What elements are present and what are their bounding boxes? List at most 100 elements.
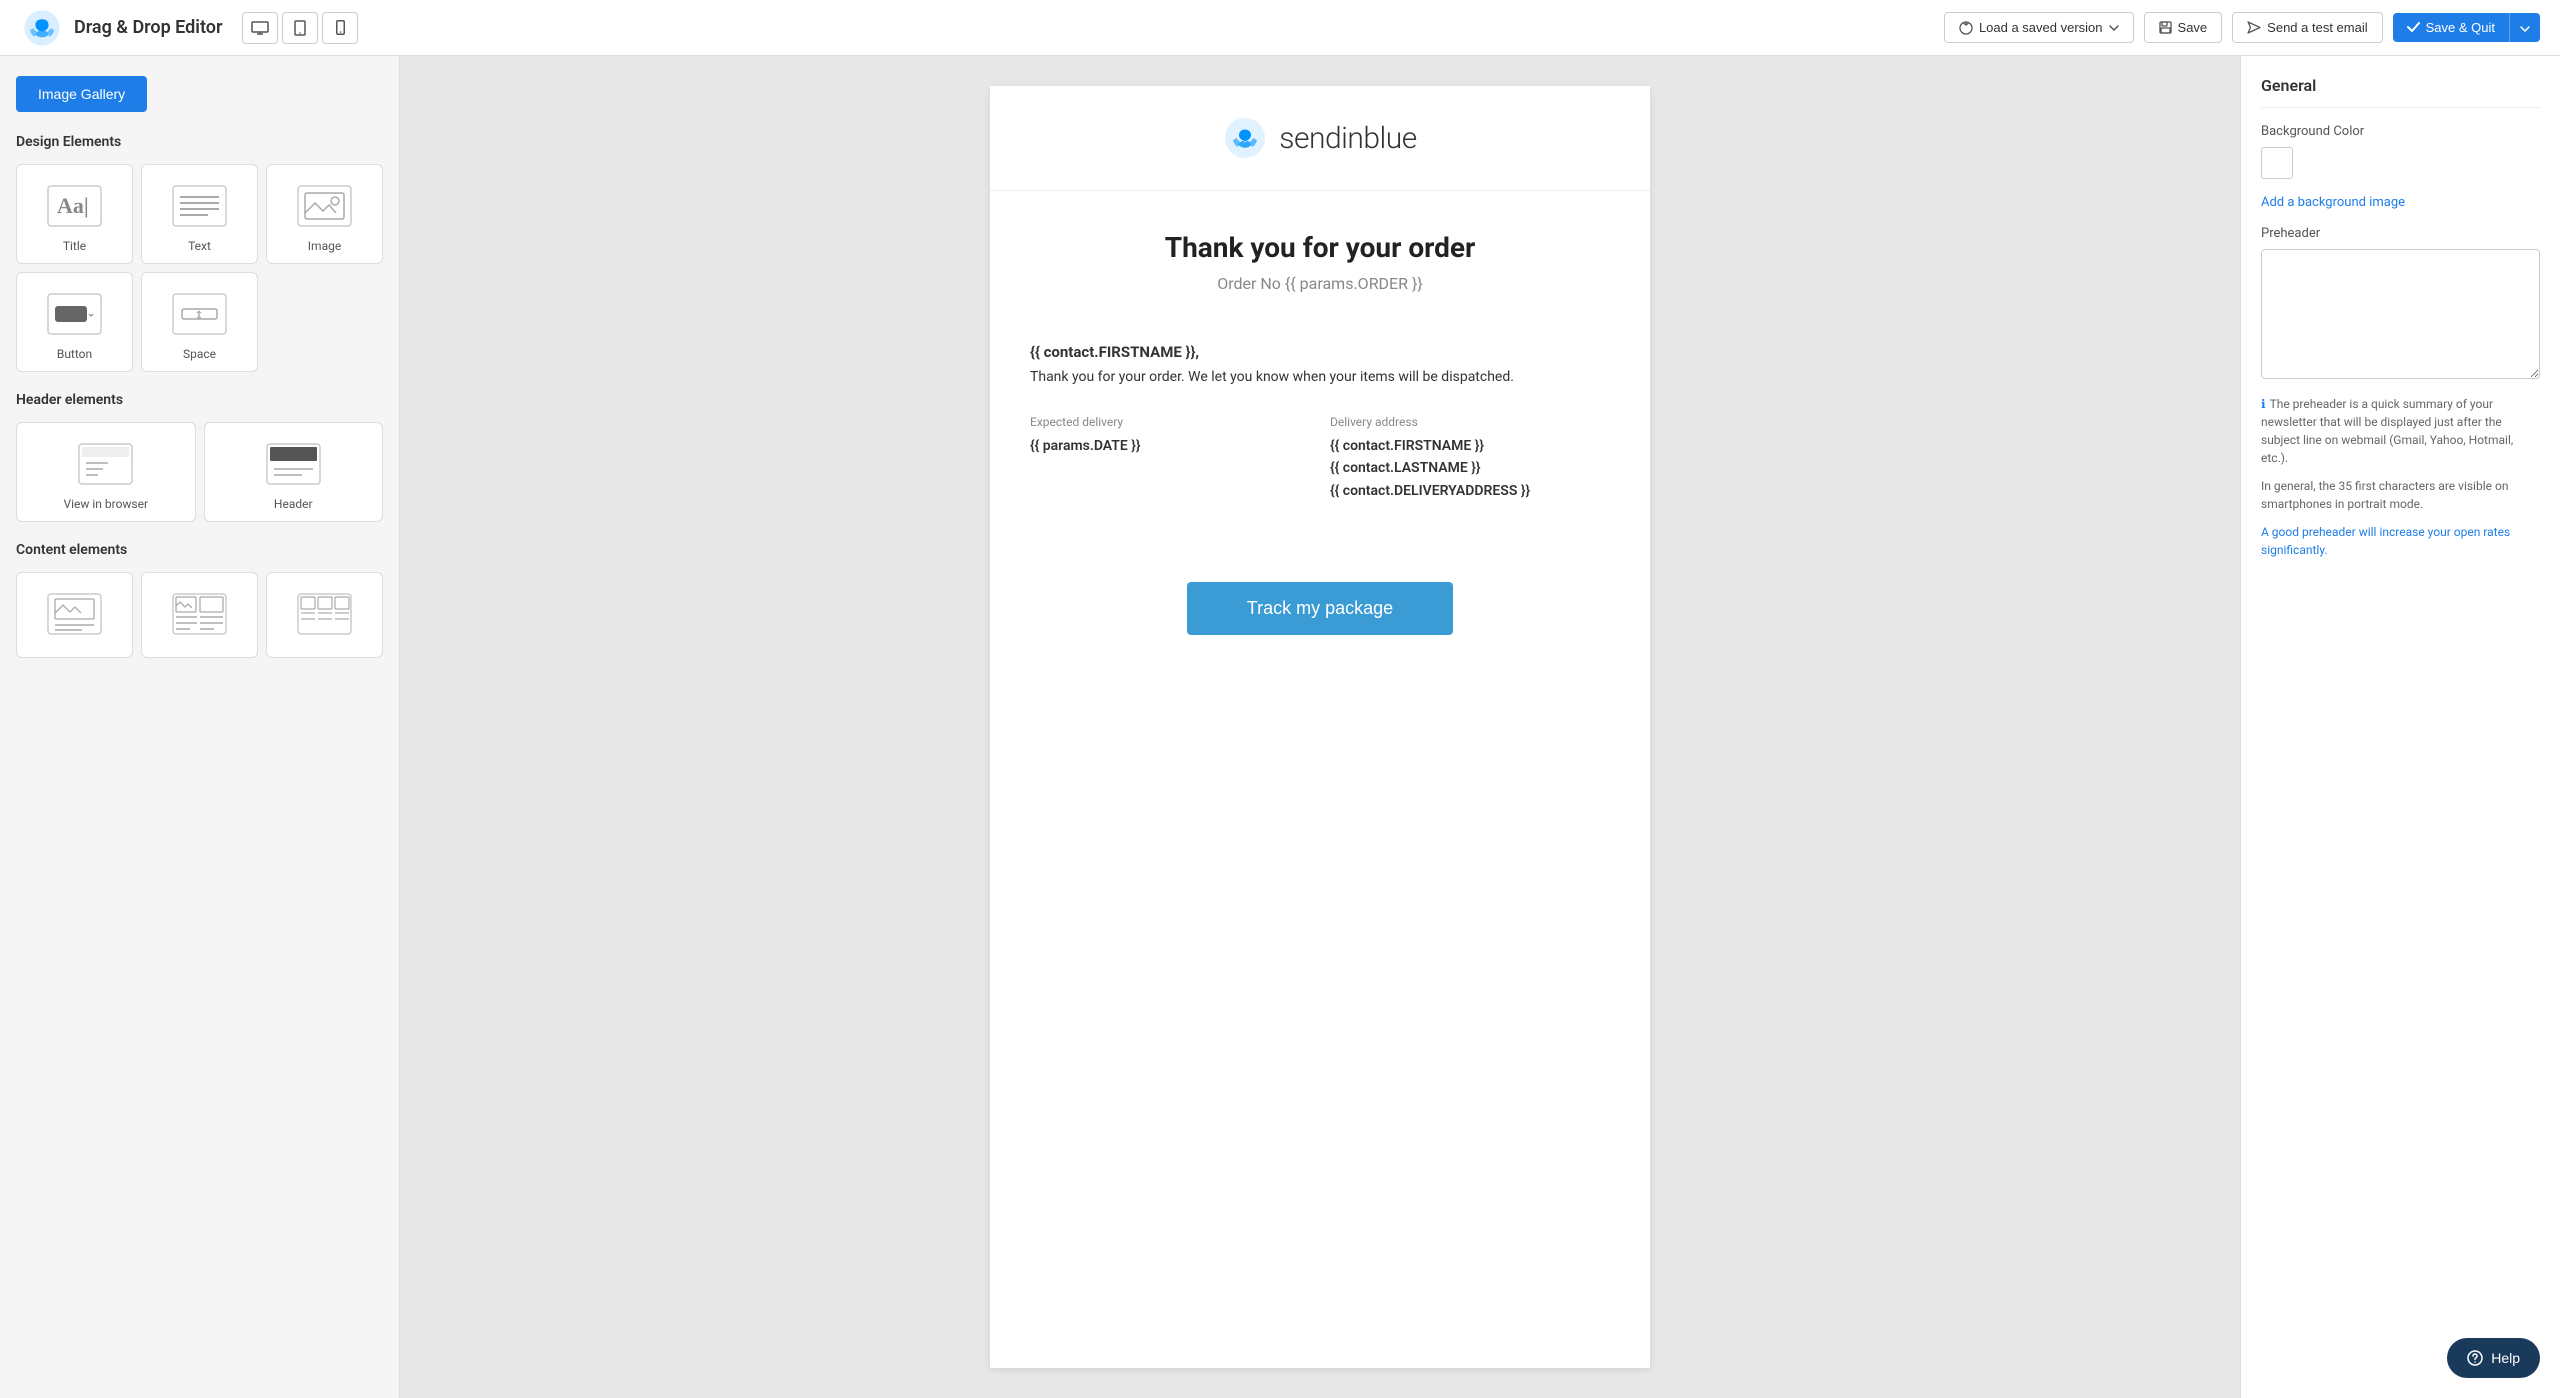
email-hero-title: Thank you for your order — [1030, 231, 1610, 264]
save-icon — [2159, 21, 2172, 34]
header-elements-grid: View in browser Header — [16, 422, 383, 522]
email-logo-section: sendinblue — [990, 86, 1650, 191]
content-2-icon — [170, 589, 230, 639]
delivery-address-label: Delivery address — [1330, 415, 1610, 429]
app-title: Drag & Drop Editor — [74, 17, 222, 38]
track-package-button[interactable]: Track my package — [1187, 582, 1453, 635]
content-1-icon — [45, 589, 105, 639]
save-quit-label: Save & Quit — [2426, 20, 2495, 35]
load-icon — [1959, 21, 1973, 35]
top-bar-left: Drag & Drop Editor — [20, 6, 358, 50]
button-element-label: Button — [57, 347, 92, 361]
preheader-info-highlight: A good preheader will increase your open… — [2261, 523, 2540, 559]
image-element-label: Image — [308, 239, 341, 253]
top-bar-right: Load a saved version Save Send a test em… — [1944, 12, 2540, 43]
add-background-image-link[interactable]: Add a background image — [2261, 195, 2540, 210]
load-version-label: Load a saved version — [1979, 20, 2103, 35]
top-bar: Drag & Drop Editor Load a saved version … — [0, 0, 2560, 56]
element-card-content-2[interactable] — [141, 572, 258, 658]
help-button[interactable]: Help — [2447, 1338, 2540, 1378]
element-card-button[interactable]: Button — [16, 272, 133, 372]
content-elements-grid — [16, 572, 383, 658]
info-text-1: The preheader is a quick summary of your… — [2261, 397, 2513, 465]
expected-delivery-value: {{ params.DATE }} — [1030, 435, 1310, 457]
main-layout: Image Gallery Design Elements Aa| Title … — [0, 56, 2560, 1398]
expected-delivery-col: Expected delivery {{ params.DATE }} — [1030, 415, 1310, 502]
design-elements-grid: Aa| Title Text Image — [16, 164, 383, 372]
content-3-icon — [295, 589, 355, 639]
save-quit-button[interactable]: Save & Quit — [2393, 13, 2509, 42]
sendinblue-brand-name: sendinblue — [1279, 121, 1417, 156]
expected-delivery-label: Expected delivery — [1030, 415, 1310, 429]
panel-title: General — [2261, 76, 2540, 108]
background-color-swatch[interactable] — [2261, 147, 2293, 179]
delivery-address-col: Delivery address {{ contact.FIRSTNAME }}… — [1330, 415, 1610, 502]
sidebar: Image Gallery Design Elements Aa| Title … — [0, 56, 400, 1398]
save-quit-group: Save & Quit — [2393, 13, 2540, 42]
tablet-view-button[interactable] — [282, 12, 318, 44]
header-element-icon — [263, 439, 323, 489]
track-btn-section: Track my package — [990, 562, 1650, 675]
element-card-image[interactable]: Image — [266, 164, 383, 264]
button-element-icon — [45, 289, 105, 339]
preheader-info-text-2: In general, the 35 first characters are … — [2261, 477, 2540, 513]
desktop-view-button[interactable] — [242, 12, 278, 44]
email-greeting-name: {{ contact.FIRSTNAME }}, — [1030, 343, 1610, 361]
preheader-label: Preheader — [2261, 226, 2540, 241]
email-hero: Thank you for your order Order No {{ par… — [990, 191, 1650, 313]
element-card-title[interactable]: Aa| Title — [16, 164, 133, 264]
email-greeting-name-text: {{ contact.FIRSTNAME }}, — [1030, 343, 1199, 361]
delivery-address-lines: {{ contact.FIRSTNAME }} {{ contact.LASTN… — [1330, 435, 1610, 502]
space-element-icon — [170, 289, 230, 339]
element-card-text[interactable]: Text — [141, 164, 258, 264]
svg-text:Aa|: Aa| — [57, 193, 89, 218]
right-panel: General Background Color Add a backgroun… — [2240, 56, 2560, 1398]
canvas-area: sendinblue Thank you for your order Orde… — [400, 56, 2240, 1398]
view-browser-element-icon — [76, 439, 136, 489]
chevron-down-icon — [2109, 25, 2119, 31]
logo-area: Drag & Drop Editor — [20, 6, 222, 50]
element-card-view-in-browser[interactable]: View in browser — [16, 422, 196, 522]
mobile-view-button[interactable] — [322, 12, 358, 44]
track-button-label: Track my package — [1247, 598, 1393, 618]
element-card-content-1[interactable] — [16, 572, 133, 658]
design-elements-title: Design Elements — [16, 134, 383, 150]
email-canvas: sendinblue Thank you for your order Orde… — [990, 86, 1650, 1368]
element-card-space[interactable]: Space — [141, 272, 258, 372]
send-test-button[interactable]: Send a test email — [2232, 12, 2382, 43]
image-element-icon — [295, 181, 355, 231]
help-label: Help — [2491, 1350, 2520, 1366]
preheader-info-text: ℹThe preheader is a quick summary of you… — [2261, 395, 2540, 467]
title-element-label: Title — [63, 239, 86, 253]
email-greeting-body: Thank you for your order. We let you kno… — [1030, 369, 1610, 385]
send-test-label: Send a test email — [2267, 20, 2367, 35]
sendinblue-logo: sendinblue — [1020, 116, 1620, 160]
save-button[interactable]: Save — [2144, 12, 2223, 43]
view-browser-label: View in browser — [63, 497, 148, 511]
image-gallery-label: Image Gallery — [38, 86, 125, 102]
bg-color-label: Background Color — [2261, 124, 2540, 139]
delivery-address-line3: {{ contact.DELIVERYADDRESS }} — [1330, 480, 1610, 502]
text-element-icon — [170, 181, 230, 231]
header-element-label: Header — [274, 497, 313, 511]
preheader-textarea[interactable] — [2261, 249, 2540, 379]
title-element-icon: Aa| — [45, 181, 105, 231]
save-quit-dropdown-button[interactable] — [2509, 13, 2540, 42]
load-version-button[interactable]: Load a saved version — [1944, 12, 2134, 43]
send-icon — [2247, 21, 2261, 34]
check-icon — [2407, 22, 2420, 33]
space-element-label: Space — [183, 347, 216, 361]
device-buttons — [242, 12, 358, 44]
text-element-label: Text — [188, 239, 211, 253]
info-icon: ℹ — [2261, 397, 2266, 411]
save-label: Save — [2178, 20, 2208, 35]
element-card-header[interactable]: Header — [204, 422, 384, 522]
email-body: {{ contact.FIRSTNAME }}, Thank you for y… — [990, 313, 1650, 562]
element-card-content-3[interactable] — [266, 572, 383, 658]
content-elements-title: Content elements — [16, 542, 383, 558]
delivery-address-line1: {{ contact.FIRSTNAME }} — [1330, 435, 1610, 457]
image-gallery-button[interactable]: Image Gallery — [16, 76, 147, 112]
help-icon — [2467, 1350, 2483, 1366]
app-logo-icon — [20, 6, 64, 50]
header-elements-title: Header elements — [16, 392, 383, 408]
